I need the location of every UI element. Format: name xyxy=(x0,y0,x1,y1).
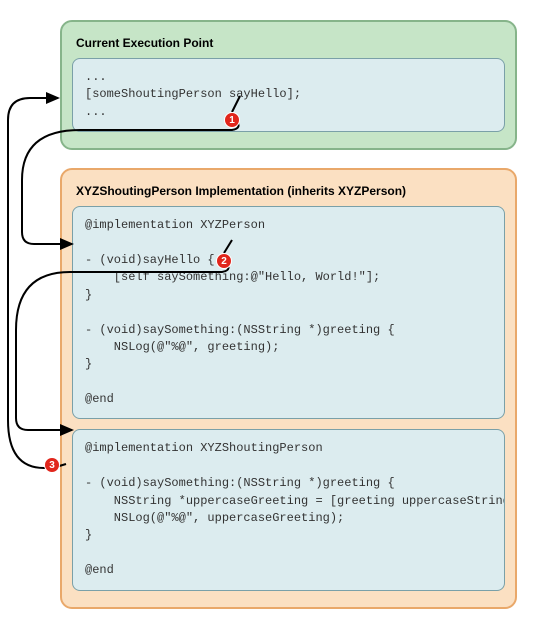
arrow-step-3 xyxy=(8,98,66,468)
step-badge-1: 1 xyxy=(224,112,240,128)
xyzshoutingperson-code: @implementation XYZShoutingPerson - (voi… xyxy=(72,429,505,590)
step-badge-3: 3 xyxy=(44,457,60,473)
xyzperson-code: @implementation XYZPerson - (void)sayHel… xyxy=(72,206,505,419)
execution-title: Current Execution Point xyxy=(72,32,505,58)
execution-code: ... [someShoutingPerson sayHello]; ... xyxy=(72,58,505,132)
implementation-box: XYZShoutingPerson Implementation (inheri… xyxy=(60,168,517,608)
step-badge-2: 2 xyxy=(216,253,232,269)
implementation-title: XYZShoutingPerson Implementation (inheri… xyxy=(72,180,505,206)
execution-point-box: Current Execution Point ... [someShoutin… xyxy=(60,20,517,150)
